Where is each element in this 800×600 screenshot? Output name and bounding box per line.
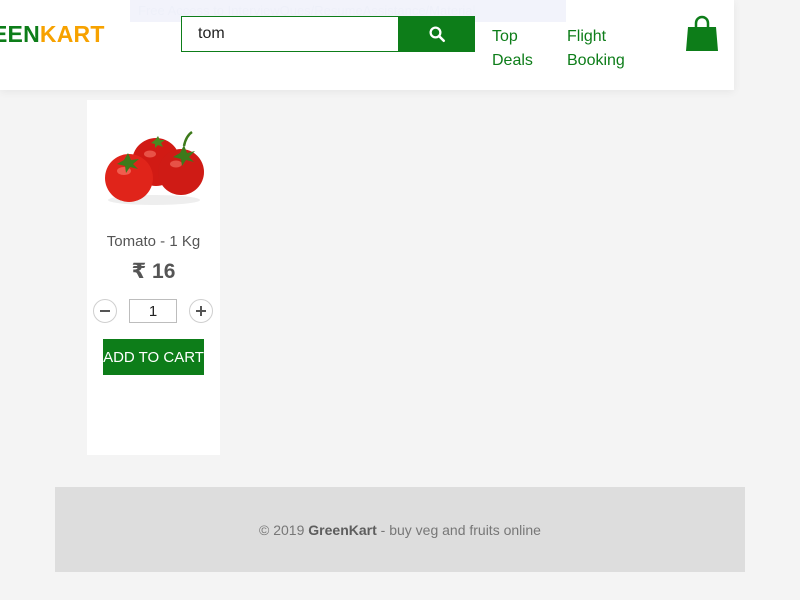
logo-part-green: EEN	[0, 21, 40, 47]
footer-brand: GreenKart	[308, 521, 377, 538]
footer-text: © 2019 GreenKart - buy veg and fruits on…	[259, 522, 541, 538]
nav-flight-booking[interactable]: Flight Booking	[567, 25, 637, 73]
product-card: Tomato - 1 Kg ₹ 16 ADD TO CART	[87, 100, 220, 455]
plus-icon	[196, 306, 206, 316]
product-price: ₹ 16	[131, 260, 176, 283]
footer-prefix: © 2019	[259, 521, 309, 538]
search-icon	[429, 26, 445, 43]
add-to-cart-button[interactable]: ADD TO CART	[103, 339, 204, 375]
logo-part-orange: KART	[39, 21, 105, 47]
logo[interactable]: EENKART	[0, 21, 105, 48]
cart-icon[interactable]	[685, 15, 719, 53]
quantity-input[interactable]	[129, 299, 177, 323]
increment-button[interactable]	[189, 299, 213, 323]
minus-icon	[100, 310, 110, 312]
nav-top-deals[interactable]: Top Deals	[492, 25, 552, 73]
search-input[interactable]	[181, 16, 399, 52]
footer: © 2019 GreenKart - buy veg and fruits on…	[55, 487, 745, 572]
decrement-button[interactable]	[93, 299, 117, 323]
footer-suffix: - buy veg and fruits online	[376, 521, 541, 538]
search-button[interactable]	[398, 16, 475, 52]
header: Free Access to InterviewQues/ResumeAssis…	[0, 0, 734, 90]
product-name: Tomato - 1 Kg	[106, 233, 201, 250]
tomato-image	[105, 130, 204, 205]
